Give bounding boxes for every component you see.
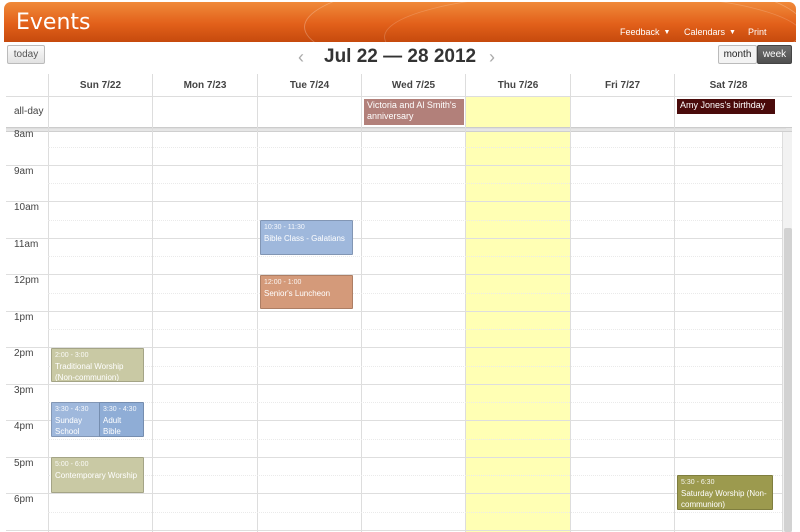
today-button[interactable]: today: [7, 45, 45, 64]
column-divider: [48, 96, 49, 532]
calendar-event[interactable]: 10:30 - 11:30 Bible Class - Galatians: [260, 220, 353, 255]
half-hour-line: [48, 293, 786, 294]
half-hour-line: [48, 220, 786, 221]
day-header-tue[interactable]: Tue 7/24: [257, 74, 361, 96]
day-header-fri[interactable]: Fri 7/27: [570, 74, 674, 96]
hour-row: [6, 165, 786, 166]
column-divider: [152, 96, 153, 532]
calendar-event[interactable]: 5:00 - 6:00 Contemporary Worship: [51, 457, 144, 493]
allday-label: all-day: [14, 106, 44, 117]
week-calendar: Sun 7/22 Mon 7/23 Tue 7/24 Wed 7/25 Thu …: [6, 74, 792, 532]
day-header-sun[interactable]: Sun 7/22: [48, 74, 152, 96]
column-divider: [674, 96, 675, 532]
caret-down-icon: ▼: [729, 28, 736, 36]
print-link[interactable]: Print: [748, 27, 767, 37]
column-divider: [361, 96, 362, 532]
event-time: 5:00 - 6:00: [55, 461, 89, 468]
half-hour-line: [48, 475, 786, 476]
chevron-right-icon[interactable]: ›: [489, 47, 495, 68]
hour-row: [6, 274, 786, 275]
vertical-scrollbar[interactable]: [782, 132, 792, 532]
chevron-left-icon[interactable]: ‹: [298, 47, 304, 68]
print-label: Print: [748, 27, 767, 37]
hour-row: [6, 238, 786, 239]
day-header-thu[interactable]: Thu 7/26: [465, 74, 570, 96]
event-time: 12:00 - 1:00: [264, 279, 302, 286]
event-title: Bible Class - Galatians: [264, 234, 345, 243]
calendar-event[interactable]: 2:00 - 3:00 Traditional Worship (Non-com…: [51, 348, 144, 382]
calendars-menu-label: Calendars: [684, 27, 726, 37]
column-divider: [257, 96, 258, 532]
day-header-wed[interactable]: Wed 7/25: [361, 74, 465, 96]
feedback-menu[interactable]: Feedback ▼: [620, 27, 670, 37]
hour-row: [6, 530, 786, 531]
hour-row: [6, 201, 786, 202]
event-time: 2:00 - 3:00: [55, 352, 89, 359]
hour-row: [6, 493, 786, 494]
hour-label: 2pm: [14, 348, 34, 359]
date-range-title: Jul 22 — 28 2012: [324, 46, 477, 67]
hour-label: 4pm: [14, 421, 34, 432]
half-hour-line: [48, 329, 786, 330]
hour-label: 11am: [14, 239, 39, 250]
calendar-event[interactable]: 3:30 - 4:30 Adult Bible: [99, 402, 144, 437]
half-hour-line: [48, 256, 786, 257]
event-title: Traditional Worship (Non-communion): [55, 362, 124, 382]
event-title: Adult Bible: [103, 416, 122, 436]
day-header-mon[interactable]: Mon 7/23: [152, 74, 257, 96]
calendars-menu[interactable]: Calendars ▼: [684, 27, 736, 37]
column-divider: [570, 96, 571, 532]
column-divider: [465, 96, 466, 532]
week-view-button[interactable]: week: [757, 45, 792, 64]
half-hour-line: [48, 147, 786, 148]
event-title: Saturday Worship (Non-communion): [681, 489, 767, 509]
hour-label: 8am: [14, 129, 34, 140]
event-title: Senior's Luncheon: [264, 289, 331, 298]
hour-label: 5pm: [14, 458, 34, 469]
hour-row: [6, 384, 786, 385]
hour-label: 9am: [14, 166, 34, 177]
today-column-highlight: [465, 96, 570, 532]
event-title: Sunday School: [55, 416, 83, 436]
caret-down-icon: ▼: [663, 28, 671, 36]
event-time: 10:30 - 11:30: [264, 224, 305, 231]
half-hour-line: [48, 439, 786, 440]
hour-row: [6, 311, 786, 312]
half-hour-line: [48, 512, 786, 513]
hour-label: 6pm: [14, 494, 34, 505]
calendar-event[interactable]: 3:30 - 4:30 Sunday School: [51, 402, 101, 437]
hour-label: 12pm: [14, 275, 40, 286]
half-hour-line: [48, 366, 786, 367]
allday-event[interactable]: Victoria and Al Smith's anniversary: [364, 99, 464, 125]
half-hour-line: [48, 183, 786, 184]
event-time: 5:30 - 6:30: [681, 479, 715, 486]
feedback-menu-label: Feedback: [620, 27, 660, 37]
app-title: Events: [16, 10, 91, 35]
hour-label: 10am: [14, 202, 40, 213]
event-time: 3:30 - 4:30: [103, 406, 137, 413]
half-hour-line: [48, 402, 786, 403]
hour-label: 1pm: [14, 312, 34, 323]
calendar-event[interactable]: 12:00 - 1:00 Senior's Luncheon: [260, 275, 353, 309]
event-time: 3:30 - 4:30: [55, 406, 89, 413]
event-title: Amy Jones's birthday: [680, 100, 766, 110]
event-title: Victoria and Al Smith's anniversary: [367, 100, 457, 121]
day-header-sat[interactable]: Sat 7/28: [674, 74, 782, 96]
app-header: Events Feedback ▼ Calendars ▼ Print: [4, 2, 796, 42]
event-title: Contemporary Worship: [55, 471, 138, 480]
hour-label: 3pm: [14, 385, 34, 396]
month-view-button[interactable]: month: [718, 45, 757, 64]
scrollbar-thumb[interactable]: [784, 228, 792, 532]
hour-row: [6, 128, 786, 129]
allday-event[interactable]: Amy Jones's birthday: [677, 99, 775, 114]
calendar-event[interactable]: 5:30 - 6:30 Saturday Worship (Non-commun…: [677, 475, 773, 510]
